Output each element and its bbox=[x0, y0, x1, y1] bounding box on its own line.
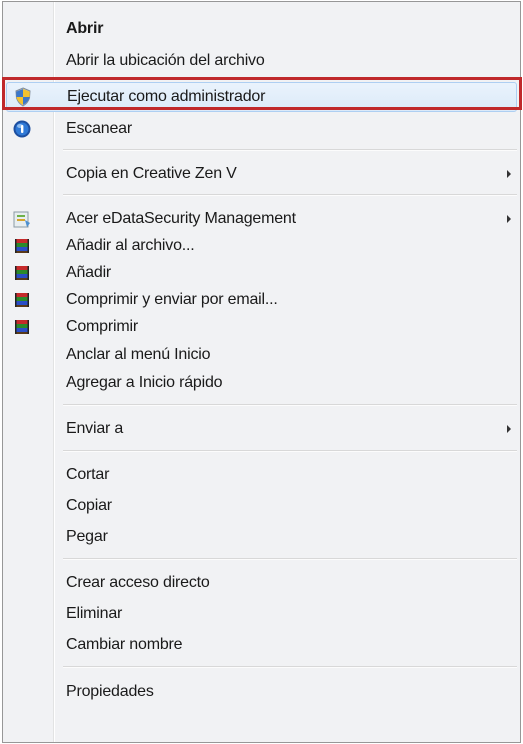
menu-item-send-to[interactable]: Enviar a bbox=[6, 414, 517, 444]
menu-separator bbox=[63, 450, 517, 452]
menu-item-label: Comprimir y enviar por email... bbox=[66, 291, 278, 308]
menu-item-properties[interactable]: Propiedades bbox=[6, 677, 517, 707]
winrar-icon bbox=[12, 317, 32, 337]
antivirus-scan-icon bbox=[12, 119, 32, 139]
menu-item-label: Enviar a bbox=[66, 420, 124, 437]
menu-item-label: Cambiar nombre bbox=[66, 636, 183, 653]
menu-item-compress[interactable]: Comprimir bbox=[6, 312, 517, 342]
context-menu: Abrir Abrir la ubicación del archivo Eje… bbox=[2, 1, 521, 743]
menu-item-copy[interactable]: Copiar bbox=[6, 491, 517, 521]
menu-item-label: Acer eDataSecurity Management bbox=[66, 210, 296, 227]
submenu-arrow-icon bbox=[507, 425, 511, 433]
menu-item-scan[interactable]: Escanear bbox=[6, 114, 517, 144]
winrar-icon bbox=[12, 236, 32, 256]
menu-item-delete[interactable]: Eliminar bbox=[6, 599, 517, 629]
menu-item-rename[interactable]: Cambiar nombre bbox=[6, 630, 517, 660]
menu-item-label: Abrir bbox=[66, 20, 104, 37]
menu-item-label: Crear acceso directo bbox=[66, 574, 210, 591]
menu-item-label: Abrir la ubicación del archivo bbox=[66, 52, 265, 69]
menu-separator bbox=[63, 558, 517, 560]
menu-item-create-shortcut[interactable]: Crear acceso directo bbox=[6, 568, 517, 598]
menu-item-add[interactable]: Añadir bbox=[6, 258, 517, 288]
menu-item-label: Añadir bbox=[66, 264, 112, 281]
winrar-icon bbox=[12, 263, 32, 283]
menu-separator bbox=[63, 404, 517, 406]
menu-item-label: Copia en Creative Zen V bbox=[66, 165, 237, 182]
winrar-icon bbox=[12, 290, 32, 310]
menu-item-acer-security[interactable]: Acer eDataSecurity Management bbox=[6, 204, 517, 234]
menu-item-add-quick-launch[interactable]: Agregar a Inicio rápido bbox=[6, 368, 517, 398]
menu-item-cut[interactable]: Cortar bbox=[6, 460, 517, 490]
menu-item-open-location[interactable]: Abrir la ubicación del archivo bbox=[6, 46, 517, 76]
acer-security-icon bbox=[12, 209, 32, 229]
menu-item-label: Copiar bbox=[66, 497, 112, 514]
menu-item-copy-to-zen[interactable]: Copia en Creative Zen V bbox=[6, 159, 517, 189]
menu-item-label: Pegar bbox=[66, 528, 108, 545]
menu-item-label: Escanear bbox=[66, 120, 132, 137]
menu-separator bbox=[63, 194, 517, 196]
menu-item-paste[interactable]: Pegar bbox=[6, 522, 517, 552]
submenu-arrow-icon bbox=[507, 215, 511, 223]
menu-item-label: Anclar al menú Inicio bbox=[66, 346, 211, 363]
menu-item-label: Ejecutar como administrador bbox=[67, 88, 266, 105]
menu-item-open[interactable]: Abrir bbox=[6, 14, 517, 44]
menu-item-label: Eliminar bbox=[66, 605, 123, 622]
uac-shield-icon bbox=[13, 87, 33, 107]
menu-item-add-to-archive[interactable]: Añadir al archivo... bbox=[6, 231, 517, 261]
menu-item-pin-start[interactable]: Anclar al menú Inicio bbox=[6, 340, 517, 370]
menu-item-label: Propiedades bbox=[66, 683, 154, 700]
menu-item-label: Cortar bbox=[66, 466, 110, 483]
menu-item-label: Comprimir bbox=[66, 318, 138, 335]
menu-item-label: Agregar a Inicio rápido bbox=[66, 374, 223, 391]
menu-item-run-as-admin[interactable]: Ejecutar como administrador bbox=[6, 82, 517, 112]
submenu-arrow-icon bbox=[507, 170, 511, 178]
menu-item-compress-email[interactable]: Comprimir y enviar por email... bbox=[6, 285, 517, 315]
menu-separator bbox=[63, 149, 517, 151]
menu-item-label: Añadir al archivo... bbox=[66, 237, 195, 254]
menu-separator bbox=[63, 666, 517, 668]
